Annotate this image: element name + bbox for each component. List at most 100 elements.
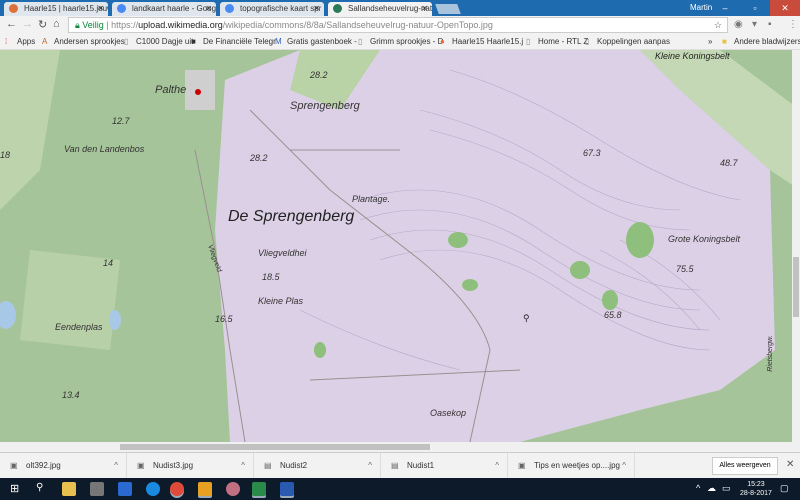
bookmark-item[interactable]: ▯ Koppelingen aanpas [585,37,670,46]
url-host: upload.wikimedia.org [138,20,223,30]
media-player-icon[interactable] [118,482,132,496]
security-label: Veilig [82,20,104,30]
map-label: Palthe [155,84,187,96]
reload-icon[interactable]: ↻ [38,18,47,31]
menu-icon[interactable]: ⋮ [788,19,798,30]
map-label: 48.7 [720,158,738,168]
minimize-button[interactable]: – [710,0,740,16]
label: Nudist2 [280,461,308,470]
network-icon[interactable]: ▭ [722,483,731,494]
bookmark-item[interactable]: M Gratis gastenboek - [275,37,357,46]
close-window-button[interactable]: ✕ [770,0,800,16]
chevron-up-icon[interactable]: ^ [495,453,499,479]
chrome-icon[interactable] [170,482,184,496]
bookmark-item[interactable]: A Andersen sprookjes [42,37,125,46]
scroll-thumb[interactable] [120,444,430,450]
bookmark-apps[interactable]: ⁞ Apps [5,37,35,46]
close-download-bar-icon[interactable]: ✕ [786,459,794,470]
extension-icon[interactable]: ◉ [734,19,743,30]
label: Home - RTL Z [538,37,589,46]
chevron-up-icon[interactable]: ^ [622,453,626,479]
bookmark-item[interactable]: ▯ C1000 Dagje uit [124,37,193,46]
tab-sallandseheuvelrug[interactable]: Sallandseheuvelrug-natu ✕ [328,2,432,16]
paint-icon[interactable] [226,482,240,496]
bookmark-item[interactable]: ■ De Financiële Telegr [191,37,276,46]
close-tab-icon[interactable]: ✕ [205,4,212,13]
word-icon[interactable] [280,482,294,496]
google-icon [225,4,234,13]
download-item[interactable]: ▣ Tips en weetjes op....jpg ^ [508,453,635,479]
download-item[interactable]: ▣ olt392.jpg ^ [0,453,127,479]
label: Andersen sprookjes [54,37,125,46]
vertical-scrollbar[interactable] [792,50,800,442]
file-icon: ▤ [264,461,272,470]
image-file-icon: ▣ [518,461,526,470]
horizontal-scrollbar[interactable] [0,442,800,452]
label: C1000 Dagje uit [136,37,194,46]
label: Koppelingen aanpas [597,37,670,46]
map-graphics [0,50,800,442]
apps-icon: ⁞ [5,37,8,46]
close-tab-icon[interactable]: ✕ [421,4,428,13]
new-tab-button[interactable] [435,4,461,14]
excel-icon[interactable] [252,482,266,496]
windows-start-icon[interactable]: ⊞ [10,482,19,495]
address-bar[interactable]: 🔒︎ Veilig | https://upload.wikimedia.org… [68,17,728,33]
bookmark-item[interactable]: ● Haarle15 Haarle15.j [440,37,523,46]
google-icon [117,4,126,13]
map-label: Van den Landenbos [64,144,145,154]
download-item[interactable]: ▣ Nudist3.jpg ^ [127,453,254,479]
chevron-up-icon[interactable]: ^ [114,453,118,479]
download-item[interactable]: ▤ Nudist1 ^ [381,453,508,479]
map-label: 65.8 [604,310,622,320]
close-tab-icon[interactable]: ✕ [313,4,320,13]
extension-icon[interactable]: ▪ [768,19,772,30]
extension-icon[interactable]: ▾ [752,19,757,30]
show-all-downloads-button[interactable]: Alles weergeven [712,457,778,475]
file-explorer-icon[interactable] [62,482,76,496]
bookmark-icon: A [42,37,48,46]
label: Gratis gastenboek - [287,37,357,46]
edge-icon[interactable] [146,482,160,496]
tray-chevron-icon[interactable]: ^ [696,483,700,493]
label: 15:23 [747,481,765,488]
download-bar: ▣ olt392.jpg ^ ▣ Nudist3.jpg ^ ▤ Nudist2 ^ ▤ Nu… [0,452,800,479]
page-icon: ▯ [585,37,590,46]
bookmark-icon: ■ [191,37,196,46]
bookmark-item[interactable]: ▯ Home - RTL Z [526,37,588,46]
map-label: Vliegveldhei [258,248,307,258]
map-label: 67.3 [583,148,601,158]
label: 28-8-2017 [740,490,772,497]
close-tab-icon[interactable]: ✕ [97,4,104,13]
clock[interactable]: 15:23 28-8-2017 [740,480,772,498]
maximize-button[interactable]: ▫ [740,0,770,16]
scroll-thumb[interactable] [793,257,799,317]
tab-haarle15[interactable]: Haarle15 | haarle15.jouw ✕ [4,2,108,16]
home-icon[interactable]: ⌂ [53,18,60,30]
map-label: Eendenplas [55,322,103,332]
forward-icon[interactable]: → [22,18,33,30]
label: Haarle15 Haarle15.j [452,37,524,46]
chevron-up-icon[interactable]: ^ [241,453,245,479]
bookmarks-bar: ⁞ Apps A Andersen sprookjes ▯ C1000 Dagje u… [0,34,800,50]
star-icon[interactable]: ☆ [714,18,722,32]
tab-landkaart[interactable]: landkaart haarle - Goog ✕ [112,2,216,16]
notifications-icon[interactable]: ▢ [780,483,789,494]
onedrive-icon[interactable]: ☁ [707,483,716,494]
outlook-icon[interactable] [198,482,212,496]
profile-button[interactable]: Martin [690,3,712,12]
chevron-up-icon[interactable]: ^ [368,453,372,479]
search-icon[interactable]: ⚲ [36,482,43,493]
download-item[interactable]: ▤ Nudist2 ^ [254,453,381,479]
map-label: Kleine Koningsbelt [655,51,730,61]
topographic-map-image[interactable]: Palthe 28.2 Sprengenberg 12.7 Van den La… [0,50,800,442]
calculator-icon[interactable] [90,482,104,496]
back-icon[interactable]: ← [6,18,17,30]
chrome-icon [9,4,18,13]
tab-topografische[interactable]: topografische kaart spr ✕ [220,2,324,16]
map-label: 13.4 [62,390,80,400]
more-bookmarks-button[interactable]: » [708,37,712,46]
url-path: /wikipedia/commons/8/8a/Sallandseheuvelr… [222,20,493,30]
other-bookmarks[interactable]: ■ Andere bladwijzers [722,37,800,46]
bookmark-item[interactable]: ▯ Grimm sprookjes - D [358,37,443,46]
